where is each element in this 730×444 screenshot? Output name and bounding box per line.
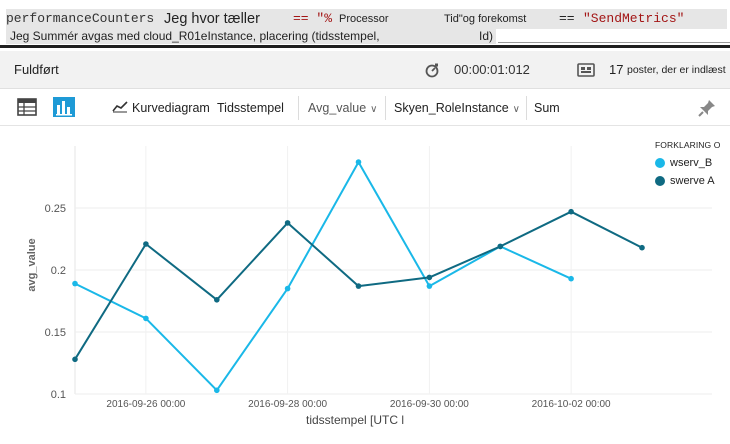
x-axis-label: Tidsstempel <box>217 101 284 115</box>
toolbar-divider <box>298 96 299 120</box>
records-icon <box>577 63 595 77</box>
y-tick-label: 0.25 <box>45 203 66 215</box>
data-point[interactable] <box>355 283 362 289</box>
x-tick-label: 2016-09-26 00:00 <box>106 399 185 410</box>
data-point[interactable] <box>284 220 291 226</box>
data-point[interactable] <box>214 297 220 303</box>
query-summarize-text: Jeg Summér avgas med cloud_R01eInstance,… <box>10 29 380 43</box>
split-by-dropdown[interactable]: Skyen_RoleInstance ∨ <box>394 97 520 119</box>
y-tick-label: 0.15 <box>45 327 66 339</box>
x-axis-title: tidsstempel [UTC l <box>306 413 404 427</box>
y-axis-label: Avg_value <box>308 101 367 115</box>
y-axis-dropdown[interactable]: Avg_value ∨ <box>308 97 377 119</box>
data-point[interactable] <box>143 315 149 322</box>
records-label: poster, der er indlæst <box>627 64 726 76</box>
query-operator-2: == <box>559 11 575 26</box>
query-editor[interactable]: performanceCounters Jeg hvor tæller == "… <box>0 0 730 48</box>
table-icon[interactable] <box>17 98 37 116</box>
chevron-down-icon: ∨ <box>370 104 378 115</box>
chart-grid <box>74 146 712 395</box>
data-point[interactable] <box>355 159 362 165</box>
chart-series <box>72 159 645 394</box>
data-point[interactable] <box>143 241 149 247</box>
chart-type-dropdown[interactable]: Kurvediagram <box>112 97 210 119</box>
legend-item-wserv-b[interactable]: wserv_B <box>655 157 720 169</box>
toolbar-divider <box>526 96 527 120</box>
series-line-wserv-b[interactable] <box>74 161 572 392</box>
data-point[interactable] <box>214 387 220 394</box>
legend-title: FORKLARING O <box>655 140 721 150</box>
data-point[interactable] <box>72 280 78 287</box>
data-point[interactable] <box>568 208 574 215</box>
chevron-down-icon: ∨ <box>512 104 520 115</box>
legend-item-swerve-a[interactable]: swerve A <box>655 175 720 187</box>
chart-area: avg_value tidsstempel [UTC l 0.1 0.15 0.2 0… <box>0 127 730 444</box>
query-operator-1: == "% <box>293 11 333 26</box>
legend-label: wserv_B <box>670 157 713 169</box>
data-point[interactable] <box>72 356 78 363</box>
data-point[interactable] <box>284 285 291 292</box>
query-where-clause: Jeg hvor tæller <box>164 11 260 27</box>
y-tick-label: 0.2 <box>51 265 66 277</box>
y-tick-label: 0.1 <box>51 389 66 401</box>
elapsed-time: 00:00:01:012 <box>454 62 530 77</box>
data-point[interactable] <box>497 243 504 250</box>
y-axis-title: avg_value <box>26 238 38 291</box>
query-counter-name: Processor <box>339 13 389 25</box>
data-point[interactable] <box>639 244 645 251</box>
query-underline <box>498 42 730 43</box>
line-chart: avg_value tidsstempel [UTC l 0.1 0.15 0.2 0… <box>26 146 712 427</box>
query-line-1[interactable]: performanceCounters Jeg hvor tæller == "… <box>6 9 727 29</box>
query-summarize-tail: Id) <box>479 29 494 43</box>
data-point[interactable] <box>426 283 433 289</box>
status-label: Fuldført <box>14 62 59 77</box>
split-by-label: Skyen_RoleInstance <box>394 101 509 115</box>
toolbar-divider <box>385 96 386 120</box>
bar-chart-icon[interactable] <box>53 97 75 117</box>
pin-icon[interactable] <box>697 98 717 118</box>
legend-swatch <box>655 158 665 168</box>
chart-legend: FORKLARING O wserv_B swerve A <box>655 140 720 193</box>
aggregation-label: Sum <box>534 101 560 115</box>
legend-swatch <box>655 176 665 186</box>
legend-label: swerve A <box>670 175 715 187</box>
x-tick-label: 2016-10-02 00:00 <box>532 399 611 410</box>
x-axis-dropdown[interactable]: Tidsstempel <box>217 97 284 119</box>
data-point[interactable] <box>426 274 433 281</box>
timer-icon <box>425 63 439 78</box>
x-tick-label: 2016-09-30 00:00 <box>390 399 469 410</box>
query-string-value: "SendMetrics" <box>583 11 685 26</box>
status-bar: Fuldført 00:00:01:012 17 poster, der er … <box>0 51 730 89</box>
chart-toolbar: Kurvediagram Tidsstempel Avg_value ∨ Skye… <box>0 90 730 126</box>
data-point[interactable] <box>568 275 574 282</box>
query-table-name: performanceCounters <box>6 11 155 26</box>
x-tick-label: 2016-09-28 00:00 <box>248 399 327 410</box>
chart-type-label: Kurvediagram <box>132 101 210 115</box>
records-count: 17 <box>609 62 624 77</box>
aggregation-dropdown[interactable]: Sum <box>534 97 560 119</box>
query-time-instance: Tid"og forekomst <box>444 13 527 25</box>
line-chart-icon <box>112 101 128 113</box>
